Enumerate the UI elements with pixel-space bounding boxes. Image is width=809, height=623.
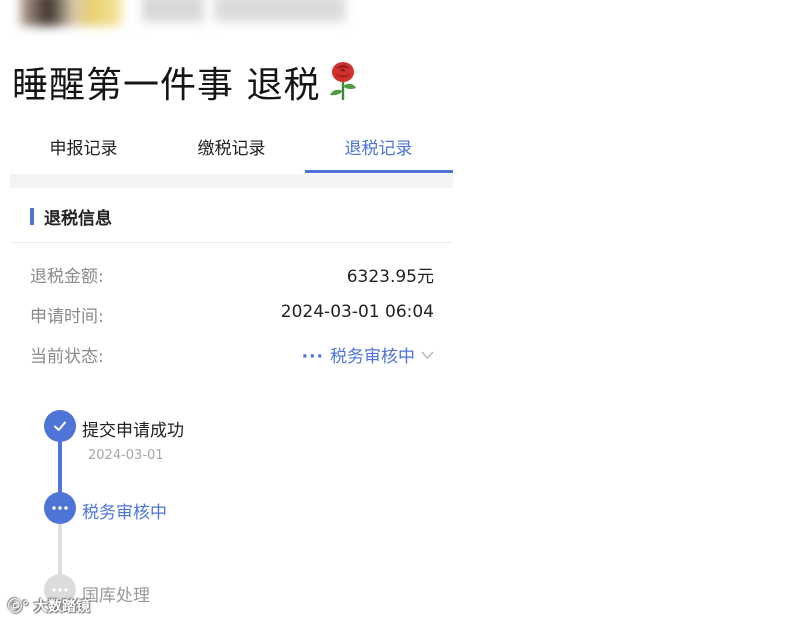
username-blurred — [142, 0, 204, 22]
blurred-user-header — [0, 0, 809, 30]
ellipsis-icon — [44, 492, 76, 524]
tab-tax-payment-records[interactable]: 缴税记录 — [158, 126, 305, 172]
section-title: 退税信息 — [44, 209, 112, 229]
refund-amount-row: 退税金额: 6323.95元 — [30, 262, 434, 287]
timeline-step-treasury: 国库处理 — [82, 586, 150, 606]
timeline-step-under-review: 税务审核中 — [82, 503, 167, 523]
refund-progress-timeline: 提交申请成功 2024-03-01 税务审核中 国库处理 — [0, 400, 460, 623]
user-meta-blurred — [214, 0, 346, 22]
avatar[interactable] — [20, 0, 122, 26]
apply-time-row: 申请时间: 2024-03-01 06:04 — [30, 302, 434, 327]
tab-declaration-records[interactable]: 申报记录 — [10, 126, 157, 172]
timeline-step-submitted: 提交申请成功 — [82, 421, 184, 441]
status-dropdown[interactable]: ··· 税务审核中 — [302, 342, 434, 367]
timeline-step-submitted-date: 2024-03-01 — [88, 448, 164, 463]
record-tabs: 申报记录 缴税记录 退税记录 — [10, 126, 453, 174]
watermark: ⓒ° 大数踏镜 — [8, 599, 90, 615]
refund-amount-value: 6323.95元 — [346, 267, 434, 287]
refund-info-header: 退税信息 — [10, 190, 453, 243]
tabs-divider — [10, 174, 453, 188]
ellipsis-icon: ··· — [301, 347, 324, 367]
tab-refund-records[interactable]: 退税记录 — [305, 126, 452, 172]
active-tab-indicator — [305, 170, 453, 173]
rose-icon — [326, 61, 360, 110]
apply-time-value: 2024-03-01 06:04 — [280, 302, 434, 322]
check-icon — [44, 410, 76, 442]
post-title: 睡醒第一件事 退税 — [12, 56, 360, 110]
apply-time-label: 申请时间: — [30, 307, 104, 327]
refund-amount-label: 退税金额: — [30, 267, 104, 287]
current-status-label: 当前状态: — [30, 347, 104, 367]
status-text: 税务审核中 — [330, 347, 415, 367]
post-title-text: 睡醒第一件事 退税 — [12, 65, 321, 106]
section-accent-bar — [30, 208, 34, 225]
chevron-down-icon — [421, 345, 434, 365]
current-status-row: 当前状态: ··· 税务审核中 — [30, 342, 434, 367]
